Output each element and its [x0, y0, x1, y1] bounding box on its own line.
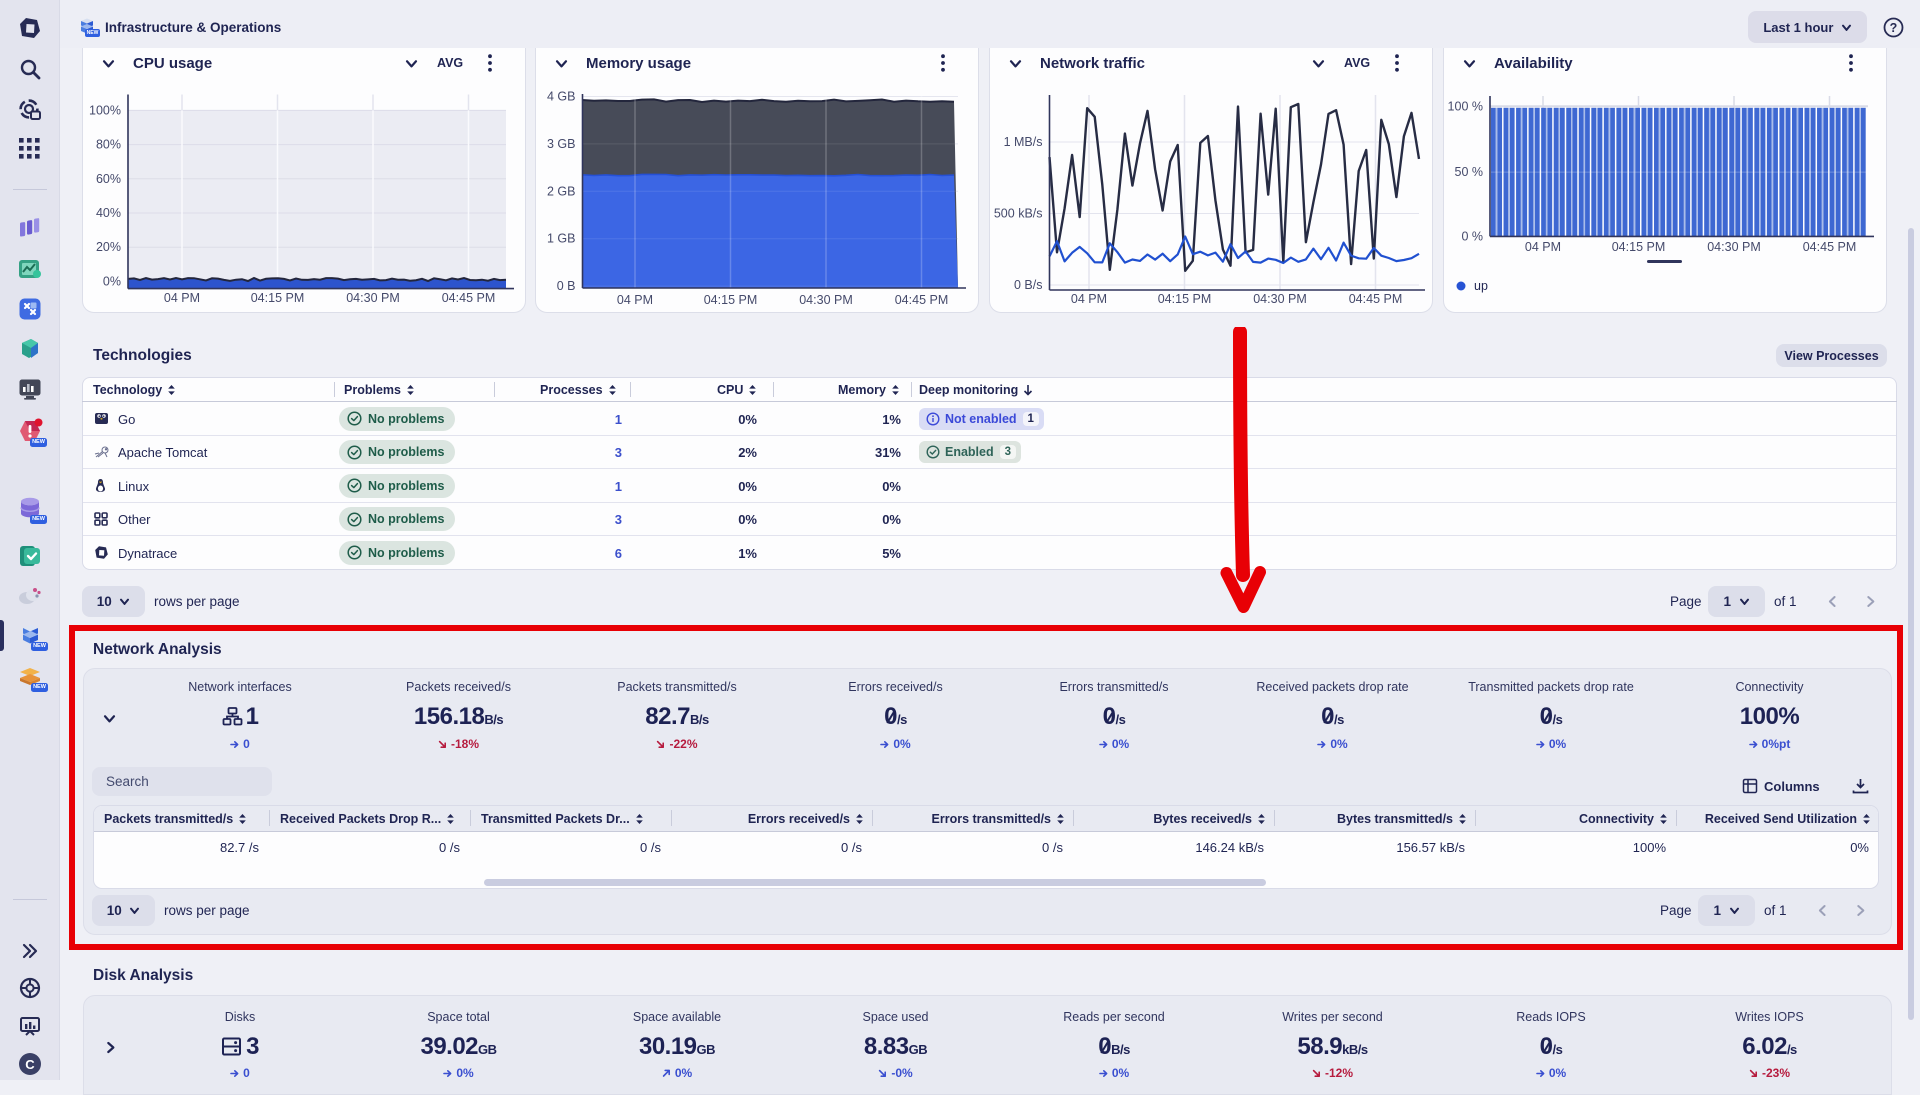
svg-text:04:45 PM: 04:45 PM	[1349, 292, 1403, 306]
svg-text:4 GB: 4 GB	[547, 90, 576, 104]
svg-text:04 PM: 04 PM	[164, 291, 200, 305]
svg-text:1 MB/s: 1 MB/s	[1004, 135, 1043, 149]
svg-text:0 B: 0 B	[557, 279, 576, 293]
svg-text:04:45 PM: 04:45 PM	[442, 291, 496, 305]
svg-text:2 GB: 2 GB	[547, 184, 576, 198]
svg-text:04 PM: 04 PM	[617, 293, 653, 307]
svg-text:04:45 PM: 04:45 PM	[895, 293, 949, 307]
svg-text:100%: 100%	[89, 103, 121, 117]
svg-text:04:30 PM: 04:30 PM	[799, 293, 853, 307]
svg-text:0 B/s: 0 B/s	[1014, 278, 1043, 292]
svg-text:40%: 40%	[96, 206, 121, 220]
svg-text:04:15 PM: 04:15 PM	[251, 291, 305, 305]
svg-text:04:30 PM: 04:30 PM	[346, 291, 400, 305]
svg-text:up: up	[1474, 279, 1488, 293]
svg-text:04:15 PM: 04:15 PM	[1158, 292, 1212, 306]
svg-text:?: ?	[1890, 21, 1898, 35]
svg-text:100 %: 100 %	[1448, 100, 1483, 114]
svg-text:60%: 60%	[96, 172, 121, 186]
svg-text:04 PM: 04 PM	[1525, 240, 1561, 254]
svg-text:3 GB: 3 GB	[547, 137, 576, 151]
svg-text:04:15 PM: 04:15 PM	[704, 293, 758, 307]
svg-text:500 kB/s: 500 kB/s	[994, 207, 1043, 221]
svg-text:50 %: 50 %	[1455, 165, 1484, 179]
svg-text:04 PM: 04 PM	[1071, 292, 1107, 306]
svg-text:04:45 PM: 04:45 PM	[1803, 240, 1857, 254]
svg-text:0%: 0%	[103, 274, 121, 288]
svg-text:04:30 PM: 04:30 PM	[1253, 292, 1307, 306]
svg-text:80%: 80%	[96, 138, 121, 152]
svg-text:04:15 PM: 04:15 PM	[1612, 240, 1666, 254]
svg-text:0 %: 0 %	[1461, 229, 1483, 243]
svg-text:1 GB: 1 GB	[547, 232, 576, 246]
svg-text:20%: 20%	[96, 240, 121, 254]
svg-text:04:30 PM: 04:30 PM	[1707, 240, 1761, 254]
